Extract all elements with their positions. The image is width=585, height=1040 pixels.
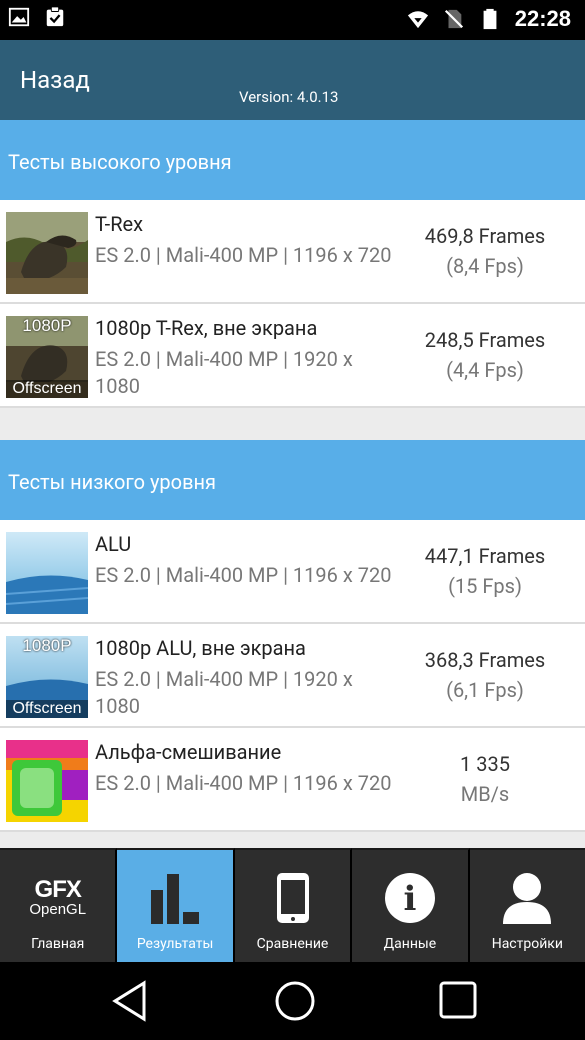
battery-icon <box>483 8 497 30</box>
test-score: 248,5 Frames <box>424 328 546 352</box>
person-icon <box>503 873 552 924</box>
gallery-icon <box>8 7 30 27</box>
test-fps: (8,4 Fps) <box>446 254 524 278</box>
wifi-icon <box>407 11 428 29</box>
test-score: 1 335 <box>460 752 510 776</box>
section-header-high-level: Тесты высокого уровня <box>0 120 585 200</box>
clock: 22:28 <box>514 6 571 31</box>
recents-nav-icon[interactable] <box>438 980 478 1020</box>
svg-text:i: i <box>403 879 416 919</box>
tab-label: Сравнение <box>256 936 329 952</box>
back-nav-icon[interactable] <box>110 980 150 1022</box>
tab-home[interactable]: GFX OpenGL Главная <box>0 848 118 962</box>
test-fps: (15 Fps) <box>448 574 522 598</box>
result-row-alu[interactable]: ALU ES 2.0 | Mali-400 MP | 1196 x 720 44… <box>0 520 585 624</box>
tab-compare[interactable]: Сравнение <box>234 848 353 962</box>
test-title: 1080p ALU, вне экрана <box>95 636 306 660</box>
tab-results[interactable]: Результаты <box>117 848 235 962</box>
result-row-trex[interactable]: T-Rex ES 2.0 | Mali-400 MP | 1196 x 720 … <box>0 200 585 304</box>
status-bar: 22:28 <box>0 0 585 40</box>
resolution-tag: 1080P <box>22 636 72 655</box>
home-nav-icon[interactable] <box>274 980 316 1022</box>
section-gap <box>0 408 585 440</box>
clipboard-check-icon <box>46 6 64 27</box>
test-title: ALU <box>95 532 132 556</box>
tab-label: Результаты <box>136 936 214 952</box>
test-description: ES 2.0 | Mali-400 MP | 1920 x 1080 <box>95 347 353 398</box>
trex-thumbnail <box>6 212 88 294</box>
results-list[interactable]: Тесты высокого уровня T-Rex ES 2.0 | Mal… <box>0 120 585 848</box>
test-unit: MB/s <box>460 782 510 806</box>
resolution-tag: 1080P <box>22 316 72 335</box>
test-description: ES 2.0 | Mali-400 MP | 1920 x 1080 <box>95 667 353 718</box>
offscreen-tag: Offscreen <box>6 700 88 718</box>
test-title: Альфа-смешивание <box>95 740 282 764</box>
info-icon: i <box>384 873 435 923</box>
test-score: 447,1 Frames <box>424 544 546 568</box>
offscreen-tag: Offscreen <box>6 380 88 398</box>
test-description: ES 2.0 | Mali-400 MP | 1196 x 720 <box>95 243 392 267</box>
test-score: 368,3 Frames <box>424 648 546 672</box>
bottom-tab-bar: GFX OpenGL Главная Результаты Сравнение … <box>0 848 585 962</box>
test-fps: (4,4 Fps) <box>446 358 524 382</box>
alu-thumbnail <box>6 532 88 614</box>
result-row-alpha-blending[interactable]: Альфа-смешивание ES 2.0 | Mali-400 MP | … <box>0 728 585 832</box>
tab-label: Главная <box>31 936 85 952</box>
system-nav-bar <box>0 962 585 1040</box>
test-fps: (6,1 Fps) <box>446 678 524 702</box>
result-row-alu-offscreen[interactable]: 1080P Offscreen 1080p ALU, вне экрана ES… <box>0 624 585 728</box>
test-description: ES 2.0 | Mali-400 MP | 1196 x 720 <box>95 563 392 587</box>
no-sim-icon <box>444 9 463 29</box>
result-row-trex-offscreen[interactable]: 1080P Offscreen 1080p T-Rex, вне экрана … <box>0 304 585 408</box>
trex-offscreen-thumbnail: 1080P Offscreen <box>6 316 88 398</box>
back-button[interactable]: Назад <box>20 66 90 94</box>
tab-settings[interactable]: Настройки <box>469 848 585 962</box>
version-label: Version: 4.0.13 <box>239 88 339 106</box>
test-description: ES 2.0 | Mali-400 MP | 1196 x 720 <box>95 771 392 795</box>
alu-offscreen-thumbnail: 1080P Offscreen <box>6 636 88 718</box>
phone-icon <box>276 873 309 923</box>
bar-chart-icon <box>151 874 200 924</box>
test-title: T-Rex <box>95 212 144 236</box>
gfx-opengl-logo: GFX OpenGL <box>29 876 87 918</box>
tab-label: Настройки <box>491 936 563 952</box>
test-title: 1080p T-Rex, вне экрана <box>95 316 318 340</box>
test-score: 469,8 Frames <box>424 224 546 248</box>
section-header-low-level: Тесты низкого уровня <box>0 440 585 520</box>
tab-label: Данные <box>383 936 437 952</box>
app-header: Назад Version: 4.0.13 <box>0 40 585 120</box>
alpha-blending-thumbnail <box>6 740 88 822</box>
tab-data[interactable]: i Данные <box>352 848 470 962</box>
